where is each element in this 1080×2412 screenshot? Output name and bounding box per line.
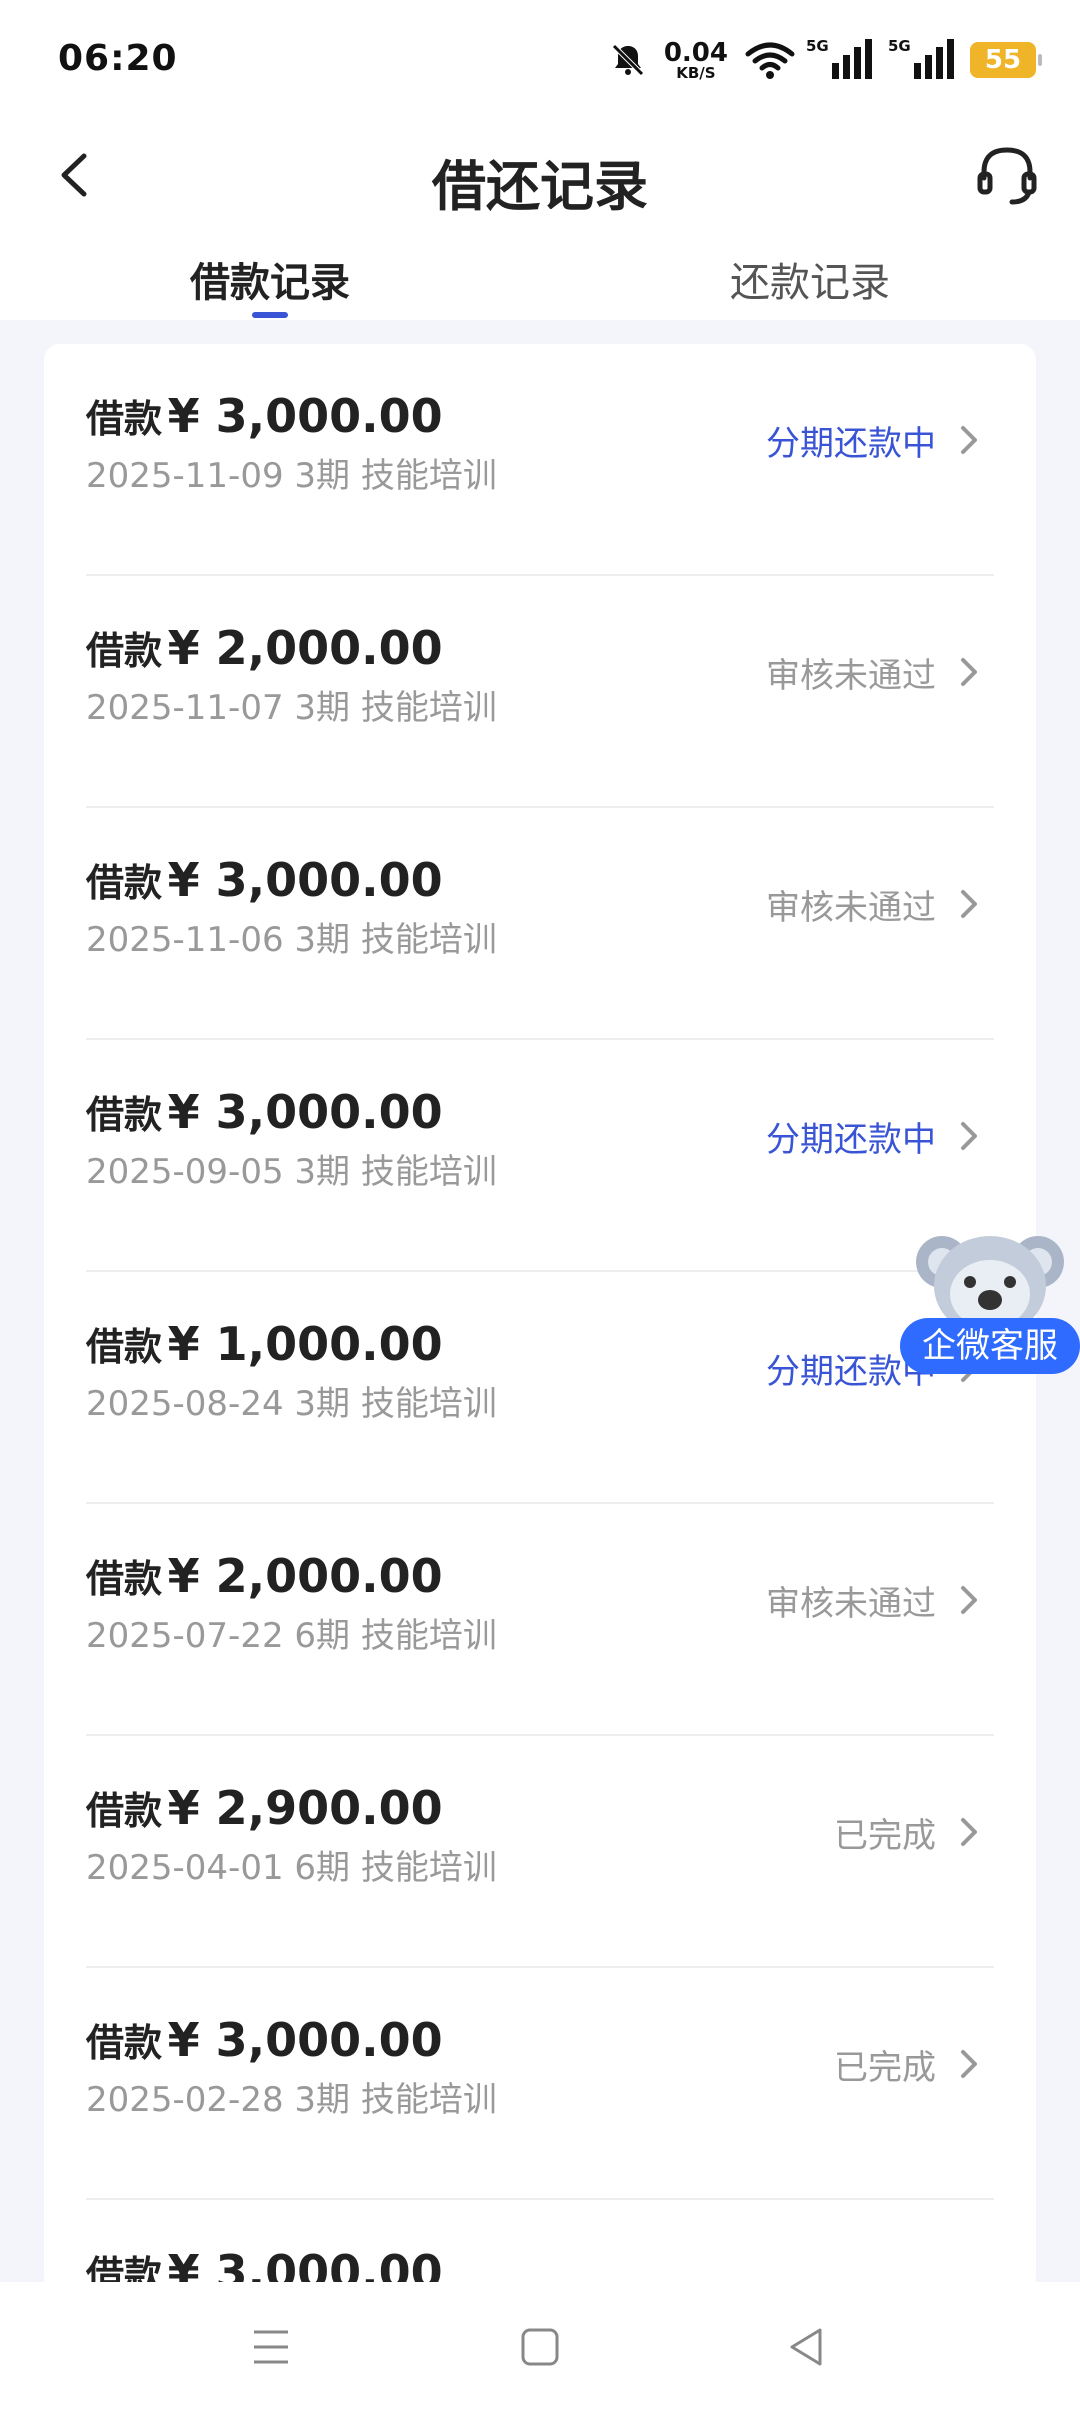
record-amount: 借款 ¥ 3,000.00 [86, 853, 443, 907]
status-icons: 0.04 KB/S 5G 5G 55 [608, 34, 1042, 86]
chevron-right-icon [961, 426, 977, 454]
record-meta: 2025-11-07 3期 技能培训 [86, 688, 497, 728]
record-amount: 借款 ¥ 2,000.00 [86, 621, 443, 675]
list-item[interactable]: 借款 ¥ 3,000.00 2025-09-05 3期 技能培训 分期还款中 [86, 1040, 994, 1272]
mute-bell-icon [612, 44, 644, 76]
wifi-icon [745, 42, 795, 79]
page-header: 借还记录 [0, 120, 1080, 230]
list-item[interactable]: 借款 ¥ 2,000.00 2025-11-07 3期 技能培训 审核未通过 [86, 576, 994, 808]
record-status: 审核未通过 [766, 656, 936, 696]
record-status: 分期还款中 [766, 424, 936, 464]
record-meta: 2025-11-09 3期 技能培训 [86, 456, 497, 496]
signal-5g-2: 5G [888, 37, 960, 83]
record-status: 审核未通过 [766, 1584, 936, 1624]
back-triangle-icon[interactable] [782, 2322, 832, 2372]
chevron-right-icon [961, 658, 977, 686]
page-title: 借还记录 [432, 155, 648, 218]
record-meta: 2025-11-06 3期 技能培训 [86, 920, 497, 960]
record-amount: 借款 ¥ 3,000.00 [86, 1085, 443, 1139]
list-item[interactable]: 借款 ¥ 3,000.00 2025-02-28 3期 技能培训 已完成 [86, 1968, 994, 2200]
battery-indicator: 55 [970, 42, 1042, 78]
status-bar: 06:20 0.04 KB/S 5G 5G 55 [0, 0, 1080, 120]
record-amount: 借款 ¥ 3,000.00 [86, 389, 443, 443]
list-item[interactable]: 借款 ¥ 2,900.00 2025-04-01 6期 技能培训 已完成 [86, 1736, 994, 1968]
list-item[interactable]: 借款 ¥ 3,000.00 [86, 2200, 994, 2294]
home-square-icon[interactable] [515, 2322, 565, 2372]
record-amount: 借款 ¥ 2,900.00 [86, 1781, 443, 1835]
record-status: 审核未通过 [766, 888, 936, 928]
record-status: 已完成 [834, 1816, 936, 1856]
chevron-right-icon [961, 2050, 977, 2078]
chevron-right-icon [961, 890, 977, 918]
record-meta: 2025-07-22 6期 技能培训 [86, 1616, 497, 1656]
system-nav-bar [0, 2282, 1080, 2412]
network-speed: 0.04 KB/S [663, 37, 728, 82]
record-status: 已完成 [834, 2048, 936, 2088]
record-amount: 借款 ¥ 3,000.00 [86, 2013, 443, 2067]
record-amount: 借款 ¥ 2,000.00 [86, 1549, 443, 1603]
record-meta: 2025-04-01 6期 技能培训 [86, 1848, 497, 1888]
record-meta: 2025-09-05 3期 技能培训 [86, 1152, 497, 1192]
signal-5g-1: 5G [806, 37, 878, 83]
tab-borrow-records[interactable]: 借款记录 [0, 250, 540, 318]
record-meta: 2025-08-24 3期 技能培训 [86, 1384, 497, 1424]
chevron-right-icon [961, 1818, 977, 1846]
list-item[interactable]: 借款 ¥ 3,000.00 2025-11-09 3期 技能培训 分期还款中 [86, 344, 994, 576]
signal-bars-icon [914, 39, 954, 79]
chevron-right-icon [961, 1122, 977, 1150]
records-card: 借款 ¥ 3,000.00 2025-11-09 3期 技能培训 分期还款中 借… [44, 344, 1036, 2294]
record-status: 分期还款中 [766, 1120, 936, 1160]
status-time: 06:20 [58, 38, 178, 79]
tab-repay-records[interactable]: 还款记录 [540, 250, 1080, 308]
menu-icon[interactable] [246, 2322, 296, 2372]
signal-bars-icon [832, 39, 872, 79]
record-meta: 2025-02-28 3期 技能培训 [86, 2080, 497, 2120]
chevron-right-icon [961, 1586, 977, 1614]
customer-service-headset-icon[interactable] [974, 142, 1040, 208]
record-amount: 借款 ¥ 1,000.00 [86, 1317, 443, 1371]
wecom-service-button[interactable]: 企微客服 [900, 1318, 1080, 1374]
list-item[interactable]: 借款 ¥ 3,000.00 2025-11-06 3期 技能培训 审核未通过 [86, 808, 994, 1040]
record-tabs: 借款记录 还款记录 [0, 230, 1080, 320]
list-item[interactable]: 借款 ¥ 1,000.00 2025-08-24 3期 技能培训 分期还款中 [86, 1272, 994, 1504]
list-item[interactable]: 借款 ¥ 2,000.00 2025-07-22 6期 技能培训 审核未通过 [86, 1504, 994, 1736]
